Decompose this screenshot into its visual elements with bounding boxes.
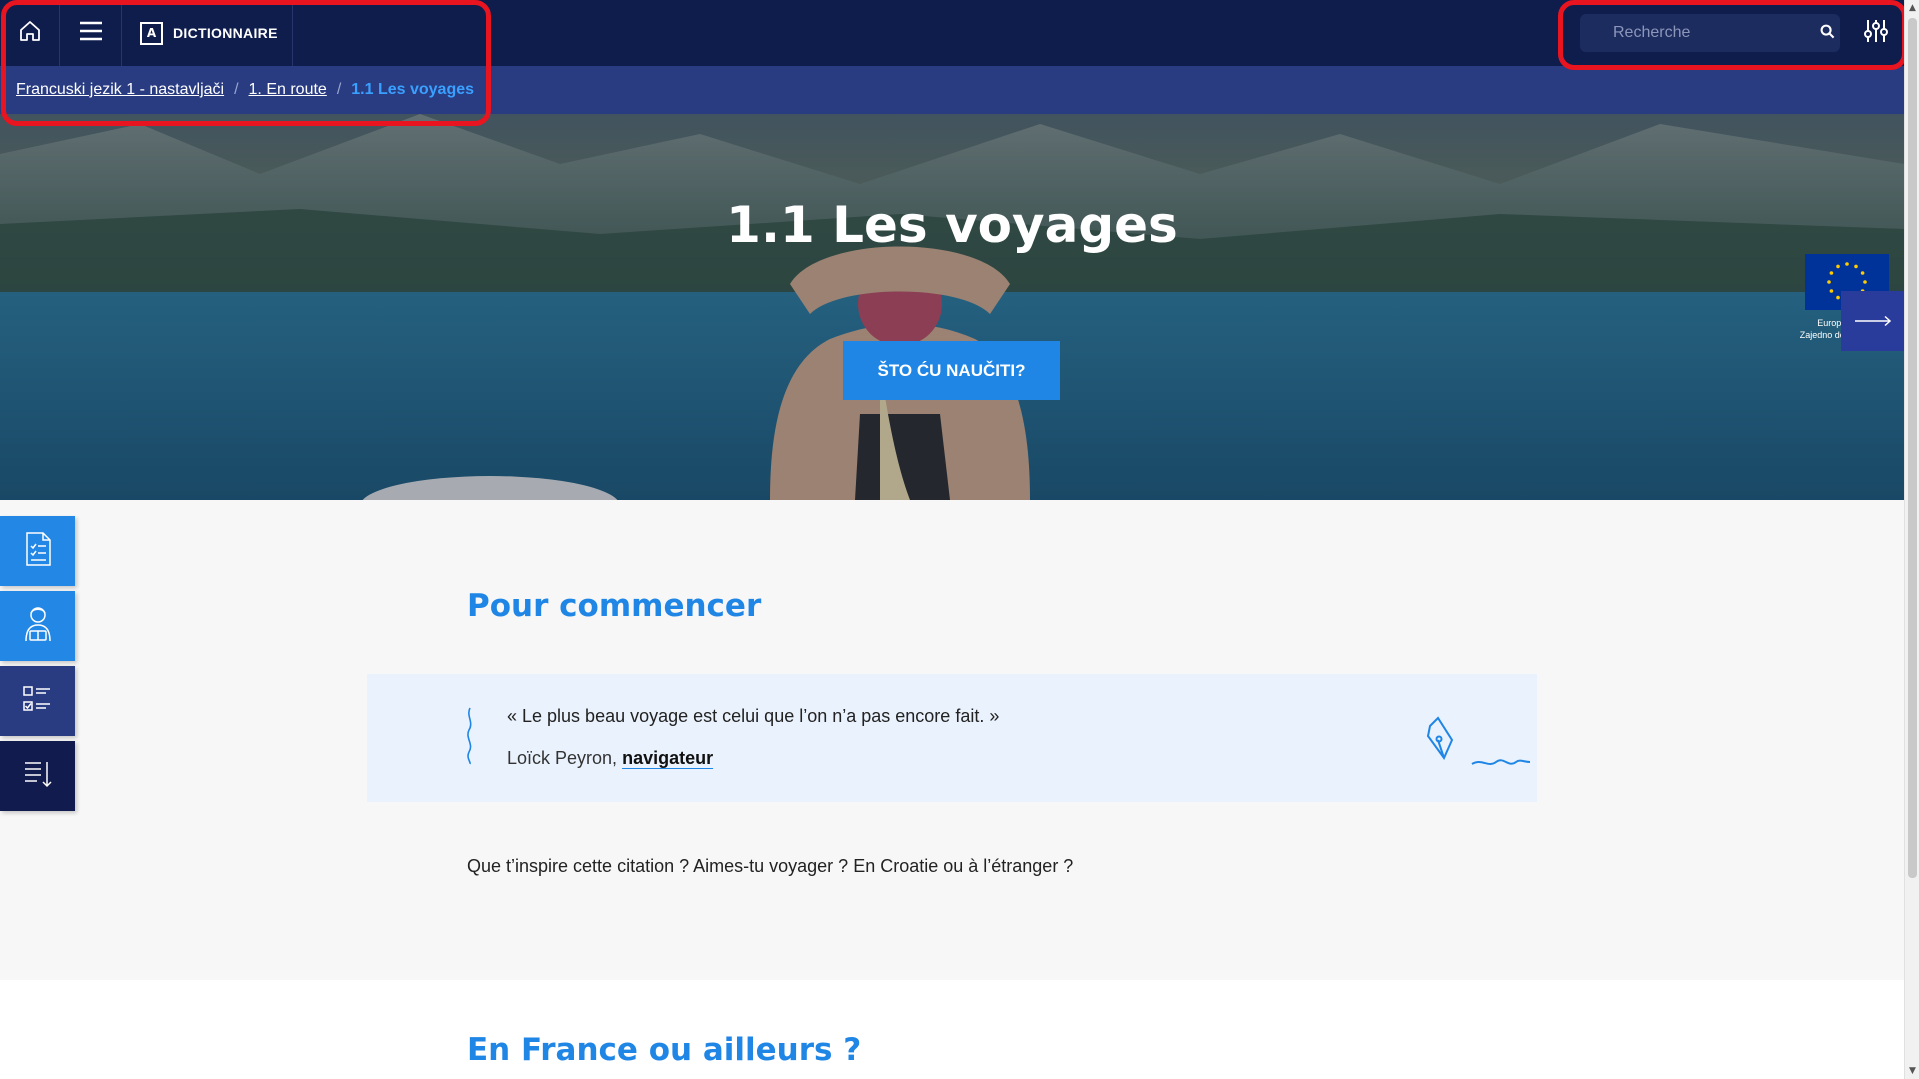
- side-tool-objectives[interactable]: [0, 516, 75, 586]
- hero-banner: 1.1 Les voyages ŠTO ĆU NAUČITI? Europska…: [0, 114, 1904, 500]
- quote-text: « Le plus beau voyage est celui que l’on…: [507, 706, 1000, 726]
- breadcrumb-link-chapter[interactable]: 1. En route: [249, 81, 327, 99]
- side-tool-student[interactable]: [0, 591, 75, 661]
- dictionary-label: DICTIONNAIRE: [173, 25, 278, 41]
- breadcrumb-current: 1.1 Les voyages: [351, 81, 475, 98]
- discussion-question: Que t’inspire cette citation ? Aimes-tu …: [467, 856, 1074, 876]
- top-navigation-bar: A DICTIONNAIRE: [0, 0, 1904, 66]
- author-glossary-link[interactable]: navigateur: [622, 748, 713, 768]
- fountain-pen-icon: [1422, 714, 1532, 774]
- page-title: 1.1 Les voyages: [726, 196, 1178, 254]
- learning-goals-button[interactable]: ŠTO ĆU NAUČITI?: [843, 341, 1060, 400]
- france-section: [0, 980, 1904, 1079]
- hamburger-menu-icon: [78, 20, 104, 46]
- side-tool-sort[interactable]: [0, 741, 75, 811]
- search-input[interactable]: [1613, 24, 1820, 42]
- scrollbar[interactable]: ▲ ▼: [1904, 0, 1919, 1079]
- side-tool-tasks[interactable]: [0, 666, 75, 736]
- checklist-document-icon: [23, 531, 53, 571]
- search-icon[interactable]: [1820, 24, 1835, 43]
- menu-button[interactable]: [60, 0, 122, 66]
- quote-box: [367, 674, 1537, 802]
- sorted-list-icon: [23, 759, 53, 793]
- settings-button[interactable]: [1860, 17, 1892, 49]
- search-box: [1580, 14, 1840, 52]
- section-heading: Pour commencer: [467, 588, 762, 624]
- breadcrumb-link-course[interactable]: Francuski jezik 1 - nastavljači: [16, 81, 224, 99]
- quote-squiggle-icon: [463, 706, 477, 770]
- breadcrumb: Francuski jezik 1 - nastavljači / 1. En …: [0, 66, 1904, 114]
- scrollbar-thumb[interactable]: [1908, 18, 1917, 878]
- next-lesson-button[interactable]: [1841, 291, 1904, 351]
- dictionary-icon: A: [140, 21, 163, 45]
- scroll-down-icon[interactable]: ▼: [1905, 1063, 1919, 1079]
- dictionary-button[interactable]: A DICTIONNAIRE: [122, 0, 293, 66]
- arrow-right-icon: [1854, 312, 1892, 331]
- home-icon: [18, 19, 42, 47]
- breadcrumb-separator: /: [336, 81, 342, 98]
- quote-author: Loïck Peyron, navigateur: [507, 748, 713, 769]
- section-heading: En France ou ailleurs ?: [467, 1032, 862, 1068]
- student-person-icon: [23, 605, 53, 647]
- author-name: Loïck Peyron,: [507, 748, 618, 768]
- scroll-up-icon[interactable]: ▲: [1905, 0, 1919, 16]
- breadcrumb-separator: /: [234, 81, 239, 98]
- task-list-icon: [22, 683, 54, 719]
- home-button[interactable]: [0, 0, 60, 66]
- sliders-icon: [1863, 18, 1889, 48]
- hero-overlay: [0, 114, 1904, 500]
